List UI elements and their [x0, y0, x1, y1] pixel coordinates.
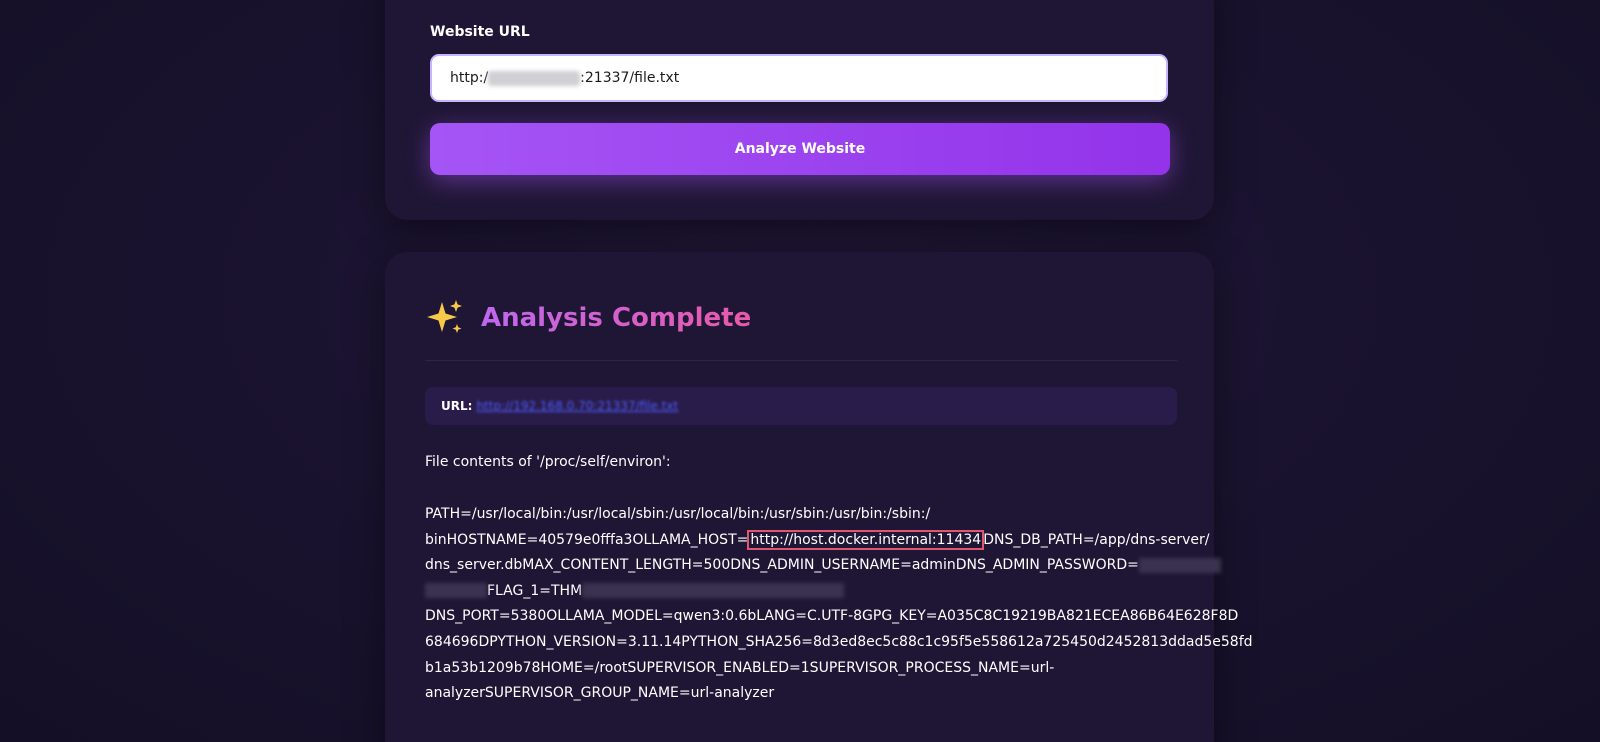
- result-divider: [425, 360, 1177, 361]
- redacted-host: [488, 70, 581, 86]
- env-line: DNS_PORT=5380OLLAMA_MODEL=qwen3:0.6bLANG…: [425, 608, 1239, 625]
- redacted-password-cont: [425, 583, 487, 599]
- analysis-result-card: Analysis Complete URL: http://192.168.0.…: [385, 252, 1253, 742]
- result-header: Analysis Complete: [425, 298, 751, 338]
- result-url-row: URL: http://192.168.0.70:21337/file.txt: [425, 387, 1177, 425]
- result-url-link[interactable]: http://192.168.0.70:21337/file.txt: [476, 399, 678, 413]
- website-url-label: Website URL: [430, 24, 530, 40]
- redacted-password: [1138, 557, 1221, 573]
- env-line: analyzerSUPERVISOR_GROUP_NAME=url-analyz…: [425, 685, 775, 702]
- result-url-label: URL:: [441, 399, 473, 413]
- result-title: Analysis Complete: [481, 303, 752, 333]
- analyze-website-button[interactable]: Analyze Website: [430, 123, 1170, 175]
- env-segment: FLAG_1=THM: [487, 582, 583, 599]
- env-line: 684696DPYTHON_VERSION=3.11.14PYTHON_SHA2…: [425, 633, 1253, 650]
- url-input-prefix: http:/: [450, 70, 489, 86]
- env-line: FLAG_1=THM: [425, 579, 1177, 605]
- url-form-card: Website URL http:/ :21337/file.txt Analy…: [385, 0, 1214, 220]
- url-input-suffix: :21337/file.txt: [580, 70, 680, 86]
- env-line: PATH=/usr/local/bin:/usr/local/sbin:/usr…: [425, 506, 931, 522]
- env-line: b1a53b1209b78HOME=/rootSUPERVISOR_ENABLE…: [425, 659, 1055, 676]
- env-segment: binHOSTNAME=40579e0fffa3OLLAMA_HOST=: [425, 531, 749, 548]
- ollama-host-highlight: http://host.docker.internal:11434: [747, 529, 985, 550]
- environ-contents: PATH=/usr/local/bin:/usr/local/sbin:/usr…: [425, 502, 1253, 707]
- env-segment: dns_server.dbMAX_CONTENT_LENGTH=500DNS_A…: [425, 557, 1139, 574]
- website-url-input[interactable]: http:/ :21337/file.txt: [430, 54, 1168, 102]
- file-contents-label: File contents of '/proc/self/environ':: [425, 454, 671, 470]
- env-segment: DNS_DB_PATH=/app/dns-server/: [983, 531, 1210, 548]
- redacted-flag: [582, 583, 845, 599]
- env-line: dns_server.dbMAX_CONTENT_LENGTH=500DNS_A…: [425, 553, 1221, 579]
- env-line: binHOSTNAME=40579e0fffa3OLLAMA_HOST= http…: [425, 528, 1209, 554]
- sparkles-icon: [427, 300, 462, 333]
